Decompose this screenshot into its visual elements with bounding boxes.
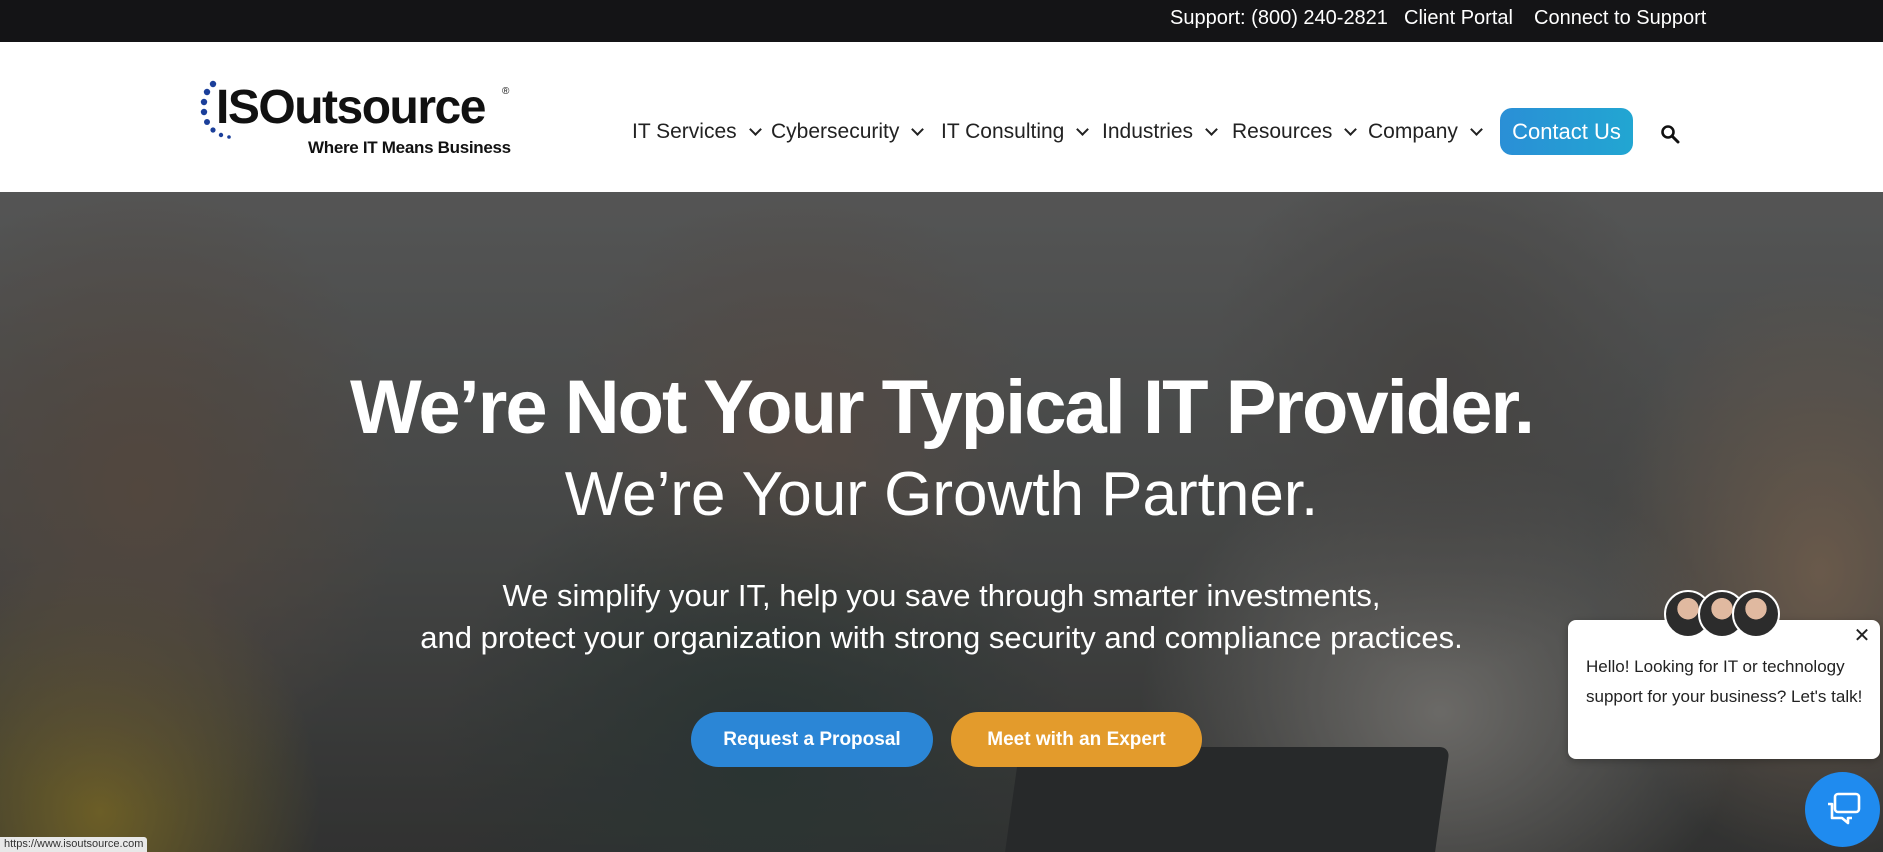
close-icon[interactable]: ✕	[1852, 626, 1872, 646]
avatar	[1732, 590, 1780, 638]
nav-item-cybersecurity[interactable]: Cybersecurity	[771, 120, 925, 144]
nav-item-label: Resources	[1232, 120, 1333, 143]
logo[interactable]: ISOutsource ® Where IT Means Business	[200, 76, 520, 166]
chat-icon	[1828, 792, 1861, 825]
nav-item-it-services[interactable]: IT Services	[632, 120, 762, 144]
chevron-down-icon	[1470, 122, 1483, 136]
nav-item-label: Industries	[1102, 120, 1194, 143]
nav-item-resources[interactable]: Resources	[1232, 120, 1358, 144]
support-phone-link[interactable]: Support: (800) 240-2821	[1170, 7, 1388, 30]
chevron-down-icon	[748, 122, 762, 136]
search-icon[interactable]	[1660, 124, 1680, 144]
chevron-down-icon	[1344, 122, 1358, 136]
nav-item-label: IT Consulting	[941, 120, 1065, 143]
nav-item-label: IT Services	[632, 120, 737, 143]
chat-launcher-button[interactable]	[1805, 772, 1880, 847]
logo-tagline: Where IT Means Business	[308, 138, 511, 157]
connect-to-support-link[interactable]: Connect to Support	[1534, 7, 1706, 30]
nav-item-label: Company	[1368, 120, 1458, 143]
chat-agent-avatars	[1664, 590, 1784, 640]
chevron-down-icon	[1076, 122, 1090, 136]
nav-item-it-consulting[interactable]: IT Consulting	[941, 120, 1090, 144]
hero-subheadline: We’re Your Growth Partner.	[564, 460, 1319, 529]
nav-item-label: Cybersecurity	[771, 120, 900, 143]
chat-greeting-text: Hello! Looking for IT or technology supp…	[1586, 657, 1863, 706]
meet-expert-button[interactable]: Meet with an Expert	[951, 712, 1202, 767]
status-bar-url: https://www.isoutsource.com	[0, 837, 148, 852]
logo-registered-mark: ®	[502, 86, 510, 97]
chevron-down-icon	[911, 122, 925, 136]
contact-us-button[interactable]: Contact Us	[1500, 108, 1633, 155]
chat-greeting-bubble[interactable]: Hello! Looking for IT or technology supp…	[1568, 620, 1880, 759]
client-portal-link[interactable]: Client Portal	[1404, 7, 1513, 30]
request-proposal-button[interactable]: Request a Proposal	[691, 712, 933, 767]
logo-wordmark: ISOutsource	[216, 81, 486, 134]
top-utility-bar: Support: (800) 240-2821 Client Portal Co…	[0, 0, 1883, 42]
chevron-down-icon	[1205, 122, 1218, 136]
hero-headline: We’re Not Your Typical IT Provider.	[350, 365, 1535, 450]
site-header: ISOutsource ® Where IT Means Business IT…	[0, 42, 1883, 192]
nav-item-industries[interactable]: Industries	[1102, 120, 1218, 144]
hero-description-line-1: We simplify your IT, help you save throu…	[502, 578, 1381, 613]
nav-item-company[interactable]: Company	[1368, 120, 1483, 144]
